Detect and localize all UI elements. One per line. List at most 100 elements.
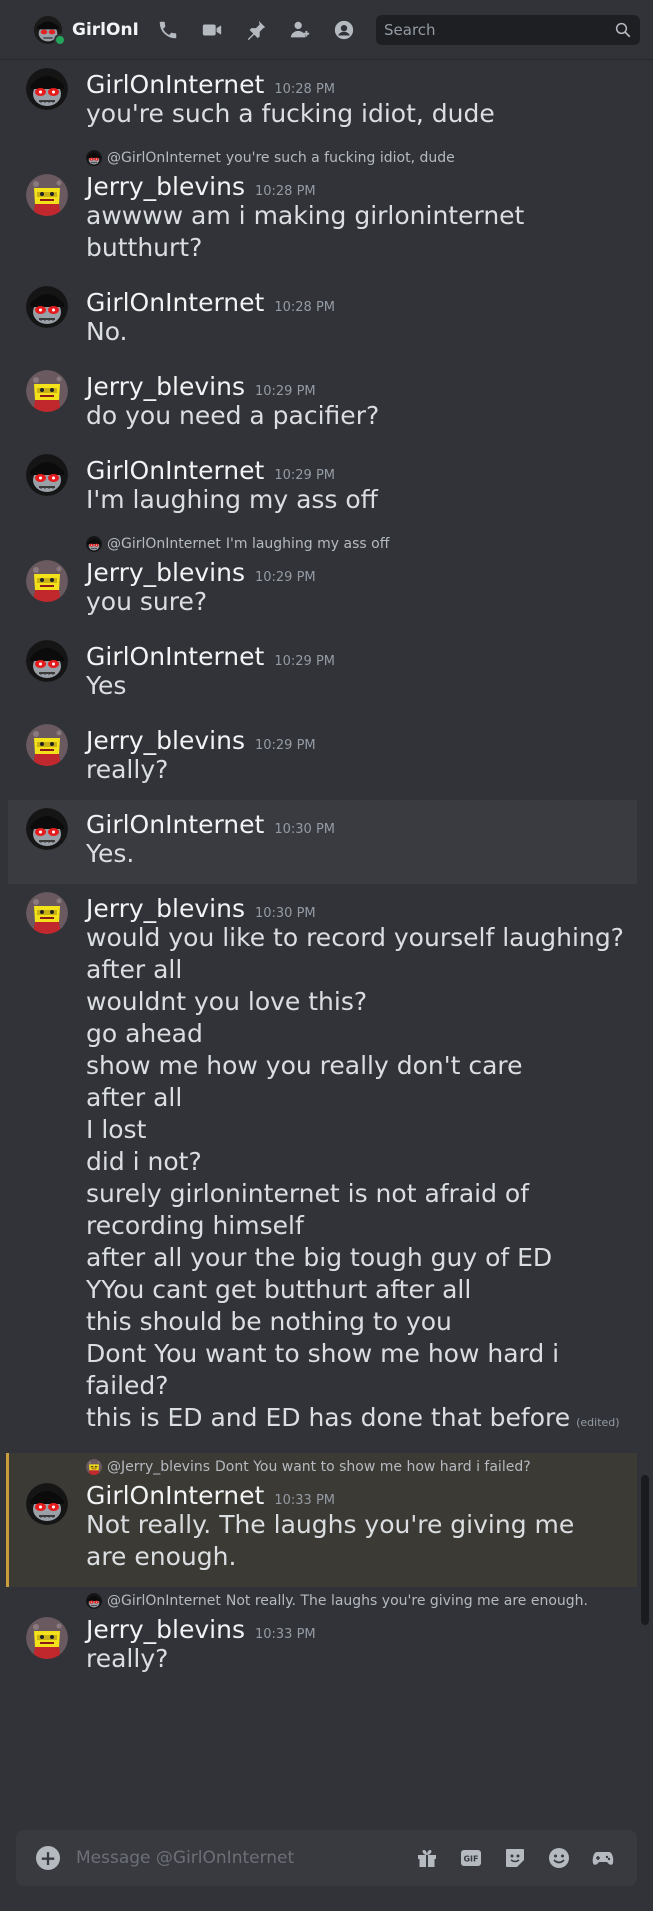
message-text-content: go ahead [86,1019,203,1048]
message-composer: + GIF [16,1830,637,1886]
add-attachment-icon[interactable]: + [36,1846,60,1870]
avatar[interactable] [26,68,68,110]
message[interactable]: @GirlOnInternet Not really. The laughs yo… [0,1587,653,1689]
reply-avatar [86,1459,102,1475]
message-author[interactable]: GirlOnInternet [86,642,264,671]
message-text: you sure? [86,586,637,618]
message-text: would you like to record yourself laughi… [86,922,637,954]
sticker-icon[interactable] [493,1836,537,1880]
message-author[interactable]: Jerry_blevins [86,172,245,201]
reply-preview[interactable]: @GirlOnInternet you're such a fucking idi… [86,146,637,170]
avatar[interactable] [26,892,68,934]
gif-icon[interactable]: GIF [449,1836,493,1880]
message-text: did i not? [86,1146,637,1178]
message-text: Yes [86,670,637,702]
message-text-content: YYou cant get butthurt after all [86,1275,472,1304]
emoji-icon[interactable] [537,1836,581,1880]
message-text-content: this is ED and ED has done that before [86,1403,571,1432]
avatar[interactable] [26,560,68,602]
reply-preview[interactable]: @Jerry_blevins Dont You want to show me h… [86,1455,621,1479]
avatar[interactable] [26,370,68,412]
message-text-content: this should be nothing to you [86,1307,452,1336]
reply-author[interactable]: @GirlOnInternet [107,150,221,166]
message-author[interactable]: Jerry_blevins [86,726,245,755]
message[interactable]: GirlOnInternet 10:29 PM I'm laughing my as… [0,446,653,530]
message-text: go ahead [86,1018,637,1050]
message-text-content: wouldnt you love this? [86,987,368,1016]
message-author[interactable]: GirlOnInternet [86,70,264,99]
voice-call-icon[interactable] [146,8,190,52]
scrollbar-track[interactable] [641,1475,649,1625]
activity-icon[interactable] [581,1836,625,1880]
message-text-content: after all [86,955,183,984]
message[interactable]: GirlOnInternet 10:30 PM Yes. [8,800,637,884]
message[interactable]: Jerry_blevins 10:29 PM really? [0,716,653,800]
message-text: after all your the big tough guy of ED [86,1242,637,1274]
message-text-content: show me how you really don't care [86,1051,523,1080]
message-author[interactable]: GirlOnInternet [86,1481,264,1510]
message-input[interactable] [76,1848,405,1868]
message-author[interactable]: Jerry_blevins [86,558,245,587]
message-text-content: Not really. The laughs you're giving me … [86,1510,575,1571]
message-text-content: really? [86,755,169,784]
avatar[interactable] [26,724,68,766]
avatar[interactable] [26,174,68,216]
avatar[interactable] [26,640,68,682]
avatar[interactable] [26,1483,68,1525]
reply-author[interactable]: @GirlOnInternet [107,1593,221,1609]
avatar[interactable] [26,286,68,328]
message-text-content: you sure? [86,587,208,616]
message-text-content: do you need a pacifier? [86,401,380,430]
reply-text: I'm laughing my ass off [225,536,390,552]
message-text-content: awwww am i making girloninternet butthur… [86,201,525,262]
message[interactable]: GirlOnInternet 10:28 PM you're such a fuck… [0,60,653,144]
message-timestamp: 10:30 PM [274,822,335,837]
reply-author[interactable]: @GirlOnInternet [107,536,221,552]
message-text: show me how you really don't care [86,1050,637,1082]
message-text-content: you're such a fucking idiot, dude [86,99,495,128]
message-timestamp: 10:28 PM [254,184,316,199]
avatar[interactable] [26,1617,68,1659]
reply-avatar [86,150,102,166]
message-timestamp: 10:30 PM [254,906,316,921]
message-timestamp: 10:29 PM [254,570,316,585]
avatar[interactable] [26,808,68,850]
message-author[interactable]: GirlOnInternet [86,288,264,317]
search-input[interactable] [384,20,584,39]
message-author[interactable]: GirlOnInternet [86,810,264,839]
reply-preview[interactable]: @GirlOnInternet Not really. The laughs yo… [86,1589,637,1613]
message-text-content: after all your the big tough guy of ED [86,1243,553,1272]
message-author[interactable]: Jerry_blevins [86,1615,245,1644]
message-timestamp: 10:29 PM [254,738,316,753]
svg-text:GIF: GIF [463,1855,478,1864]
message[interactable]: Jerry_blevins 10:29 PM do you need a pacif… [0,362,653,446]
message[interactable]: GirlOnInternet 10:28 PM No. [0,278,653,362]
message[interactable]: @GirlOnInternet you're such a fucking idi… [0,144,653,278]
channel-title[interactable]: GirlOnInternet [72,20,140,40]
search-box[interactable] [376,14,640,45]
avatar[interactable] [26,454,68,496]
pinned-messages-icon[interactable] [234,8,278,52]
message-text-content: did i not? [86,1147,202,1176]
message-list[interactable]: GirlOnInternet 10:28 PM you're such a fuck… [0,60,653,1830]
message-author[interactable]: Jerry_blevins [86,894,245,923]
reply-preview[interactable]: @GirlOnInternet I'm laughing my ass off [86,532,637,556]
message-author[interactable]: Jerry_blevins [86,372,245,401]
message[interactable]: @Jerry_blevins Dont You want to show me h… [6,1453,637,1587]
reply-avatar [86,536,102,552]
reply-text: Dont You want to show me how hard i fail… [215,1459,531,1475]
user-profile-icon[interactable] [322,8,366,52]
message-text: you're such a fucking idiot, dude [86,98,637,130]
gift-icon[interactable] [405,1836,449,1880]
add-friends-icon[interactable] [278,8,322,52]
message[interactable]: Jerry_blevins 10:30 PM would you like to r… [0,884,653,1453]
video-call-icon[interactable] [190,8,234,52]
message[interactable]: @GirlOnInternet I'm laughing my ass off Je… [0,530,653,632]
message-author[interactable]: GirlOnInternet [86,456,264,485]
reply-author[interactable]: @Jerry_blevins [107,1459,210,1475]
message-text: I'm laughing my ass off [86,484,637,516]
search-icon[interactable] [614,21,632,39]
message[interactable]: GirlOnInternet 10:29 PM Yes [0,632,653,716]
message-timestamp: 10:29 PM [274,654,335,669]
message-text-content: Yes [86,671,127,700]
